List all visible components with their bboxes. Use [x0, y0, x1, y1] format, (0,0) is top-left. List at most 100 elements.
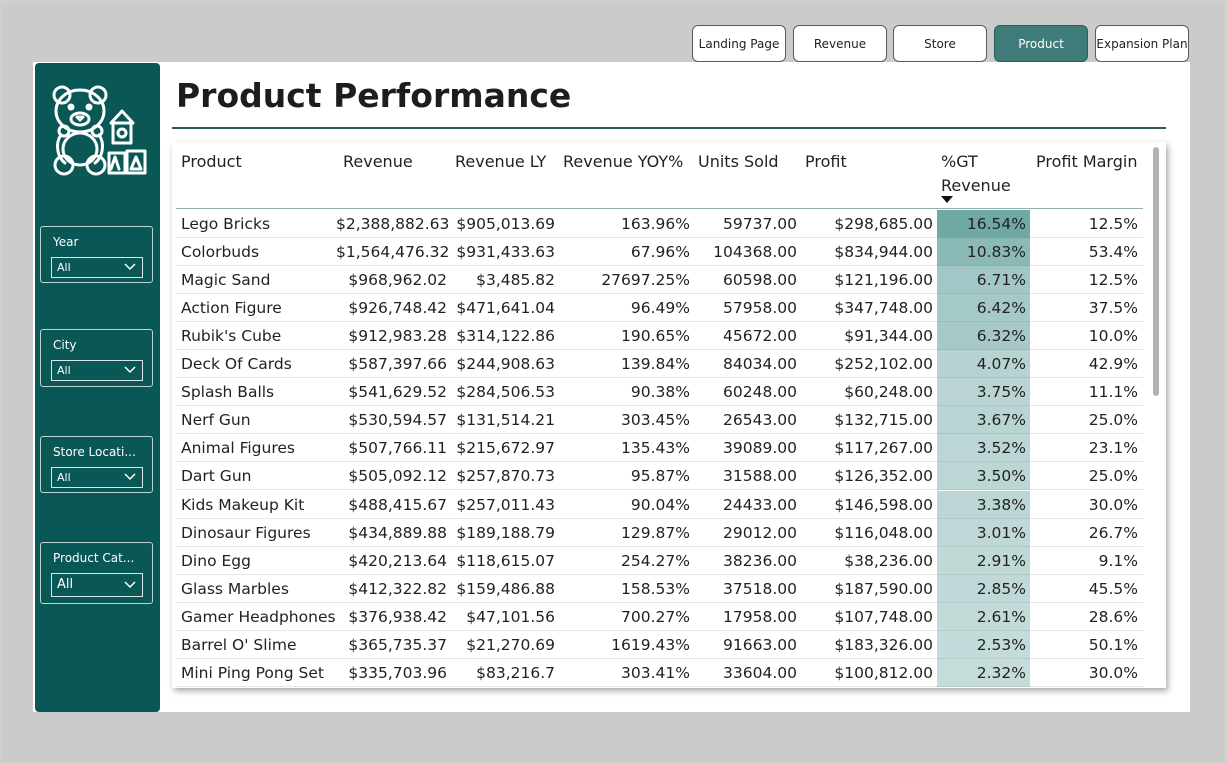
cell-gt: 3.52%: [937, 434, 1030, 463]
cell-margin: 42.9%: [1088, 355, 1138, 374]
cell-revenue-ly: $257,870.73: [456, 467, 555, 486]
cell-revenue: $335,703.96: [348, 663, 447, 682]
cell-gt: 3.38%: [937, 490, 1030, 519]
cell-margin: 37.5%: [1088, 299, 1138, 318]
cell-product: Colorbuds: [181, 243, 260, 262]
column-header-profit[interactable]: Profit: [805, 150, 847, 174]
cell-product: Rubik's Cube: [181, 327, 282, 346]
cell-gt: 10.83%: [937, 238, 1030, 267]
column-header-gt-revenue[interactable]: %GT Revenue: [941, 150, 1011, 198]
cell-yoy: 303.41%: [621, 663, 690, 682]
cell-units: 84034.00: [723, 355, 797, 374]
cell-revenue-ly: $131,514.21: [456, 411, 555, 430]
cell-margin: 9.1%: [1098, 551, 1138, 570]
table-row[interactable]: Dart Gun $505,092.12 $257,870.73 95.87% 3158…: [176, 462, 1143, 491]
nav-landing-page-button[interactable]: Landing Page: [692, 25, 786, 62]
table-row[interactable]: Deck Of Cards $587,397.66 $244,908.63 139.8…: [176, 350, 1143, 379]
cell-margin: 28.6%: [1088, 607, 1138, 626]
cell-revenue-ly: $215,672.97: [456, 439, 555, 458]
cell-revenue: $912,983.28: [348, 327, 447, 346]
city-filter: City All: [40, 329, 153, 387]
cell-yoy: 129.87%: [621, 523, 690, 542]
cell-units: 59737.00: [723, 215, 797, 233]
cell-units: 45672.00: [723, 327, 797, 346]
cell-product: Dinosaur Figures: [181, 523, 311, 542]
nav-store-button[interactable]: Store: [893, 25, 987, 62]
cell-yoy: 254.27%: [621, 551, 690, 570]
cell-gt: 3.01%: [937, 518, 1030, 547]
cell-profit: $116,048.00: [834, 523, 933, 542]
cell-revenue-ly: $471,641.04: [456, 299, 555, 318]
cell-product: Dino Egg: [181, 551, 251, 570]
year-filter: Year All: [40, 226, 153, 283]
store-location-dropdown-value: All: [57, 471, 71, 484]
cell-profit: $107,748.00: [834, 607, 933, 626]
cell-margin: 45.5%: [1088, 579, 1138, 598]
cell-yoy: 135.43%: [621, 439, 690, 458]
column-header-product[interactable]: Product: [181, 150, 242, 174]
cell-units: 29012.00: [723, 523, 797, 542]
table-row[interactable]: Animal Figures $507,766.11 $215,672.97 135.…: [176, 434, 1143, 463]
cell-gt: 2.53%: [937, 630, 1030, 659]
cell-margin: 30.0%: [1088, 495, 1138, 514]
city-dropdown-value: All: [57, 364, 71, 377]
cell-units: 57958.00: [723, 299, 797, 318]
cell-yoy: 67.96%: [630, 243, 690, 262]
table-row[interactable]: Splash Balls $541,629.52 $284,506.53 90.38%…: [176, 378, 1143, 407]
table-row[interactable]: Barrel O' Slime $365,735.37 $21,270.69 1619…: [176, 630, 1143, 659]
column-header-units-sold[interactable]: Units Sold: [698, 150, 779, 174]
header-divider: [176, 208, 1143, 209]
column-header-revenue[interactable]: Revenue: [343, 150, 413, 174]
store-location-dropdown[interactable]: All: [51, 467, 143, 488]
nav-revenue-button[interactable]: Revenue: [793, 25, 887, 62]
cell-profit: $298,685.00: [834, 215, 933, 233]
table-row[interactable]: Glass Marbles $412,322.82 $159,486.88 158.5…: [176, 574, 1143, 603]
cell-yoy: 90.04%: [630, 495, 690, 514]
table-row[interactable]: Colorbuds $1,564,476.32 $931,433.63 67.96% 1…: [176, 238, 1143, 267]
column-header-revenue-yoy[interactable]: Revenue YOY%: [563, 150, 683, 174]
table-row[interactable]: Mini Ping Pong Set $335,703.96 $83,216.7 30…: [176, 658, 1143, 687]
table-row[interactable]: Action Figure $926,748.42 $471,641.04 96.49…: [176, 294, 1143, 323]
cell-gt: 6.71%: [937, 266, 1030, 295]
cell-product: Gamer Headphones: [181, 607, 336, 626]
cell-revenue: $2,388,882.63: [336, 215, 450, 233]
cell-revenue: $530,594.57: [348, 411, 447, 430]
cell-product: Action Figure: [181, 299, 282, 318]
column-header-revenue-ly[interactable]: Revenue LY: [455, 150, 546, 174]
cell-revenue: $1,564,476.32: [336, 243, 450, 262]
nav-product-button[interactable]: Product: [994, 25, 1088, 62]
table-row[interactable]: Kids Makeup Kit $488,415.67 $257,011.43 90.…: [176, 490, 1143, 519]
cell-units: 60598.00: [723, 271, 797, 290]
table-row[interactable]: Dino Egg $420,213.64 $118,615.07 254.27% 382…: [176, 546, 1143, 575]
cell-margin: 25.0%: [1088, 467, 1138, 486]
cell-units: 60248.00: [723, 383, 797, 402]
chevron-down-icon: [124, 581, 136, 589]
cell-revenue-ly: $257,011.43: [456, 495, 555, 514]
store-location-filter: Store Locati... All: [40, 436, 153, 493]
city-dropdown[interactable]: All: [51, 360, 143, 381]
table-row[interactable]: Magic Sand $968,962.02 $3,485.82 27697.25% 6…: [176, 266, 1143, 295]
cell-margin: 23.1%: [1088, 439, 1138, 458]
cell-profit: $91,344.00: [844, 327, 933, 346]
cell-revenue: $926,748.42: [348, 299, 447, 318]
table-row[interactable]: Nerf Gun $530,594.57 $131,514.21 303.45% 265…: [176, 406, 1143, 435]
cell-yoy: 96.49%: [630, 299, 690, 318]
cell-revenue: $541,629.52: [348, 383, 447, 402]
table-row[interactable]: Dinosaur Figures $434,889.88 $189,188.79 12…: [176, 518, 1143, 547]
cell-yoy: 303.45%: [621, 411, 690, 430]
table-row[interactable]: Rubik's Cube $912,983.28 $314,122.86 190.65…: [176, 322, 1143, 351]
cell-revenue: $365,735.37: [348, 635, 447, 654]
cell-units: 31588.00: [723, 467, 797, 486]
cell-yoy: 163.96%: [621, 215, 690, 233]
table-row[interactable]: Lego Bricks $2,388,882.63 $905,013.69 163.9…: [176, 210, 1143, 238]
year-dropdown[interactable]: All: [51, 257, 143, 278]
column-header-profit-margin[interactable]: Profit Margin: [1036, 150, 1137, 174]
table-scrollbar[interactable]: [1153, 147, 1159, 396]
cell-gt: 6.42%: [937, 294, 1030, 323]
table-row[interactable]: Gamer Headphones $376,938.42 $47,101.56 700…: [176, 602, 1143, 631]
cell-gt: 3.75%: [937, 378, 1030, 407]
nav-expansion-plan-button[interactable]: Expansion Plan: [1095, 25, 1189, 62]
cell-margin: 26.7%: [1088, 523, 1138, 542]
product-category-dropdown[interactable]: All: [51, 573, 143, 597]
cell-revenue-ly: $3,485.82: [476, 271, 555, 290]
